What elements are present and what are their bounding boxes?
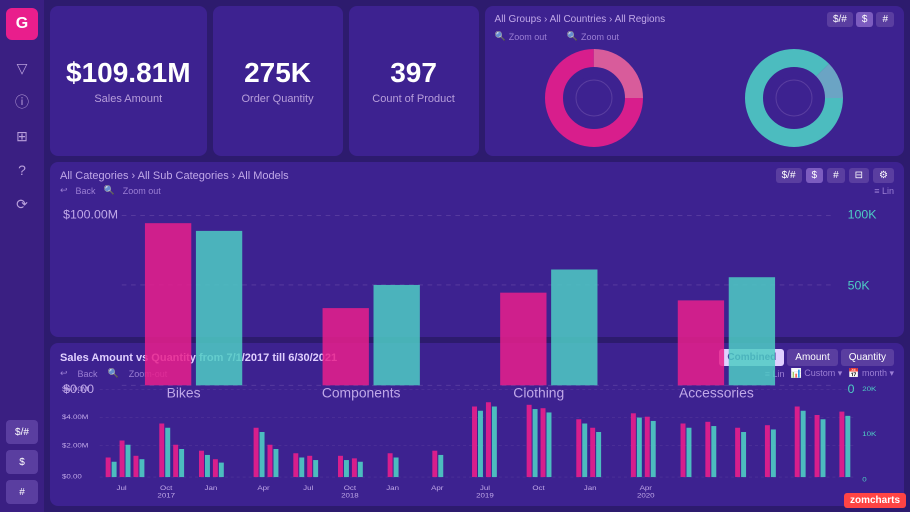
svg-text:Oct: Oct <box>532 483 544 491</box>
format-hash-button[interactable]: # <box>6 480 38 504</box>
bar-lin-label: ≡ Lin <box>874 186 894 196</box>
svg-text:2019: 2019 <box>476 491 494 499</box>
svg-text:2020: 2020 <box>637 491 655 499</box>
right-donut-chart <box>739 48 849 148</box>
pie-format-hash[interactable]: # <box>876 12 894 27</box>
watermark: zomcharts <box>844 493 906 508</box>
grid-icon[interactable]: ⊞ <box>8 122 36 150</box>
kpi-order-label: Order Quantity <box>241 93 313 105</box>
logo: G <box>6 8 38 40</box>
svg-text:Apr: Apr <box>431 483 444 491</box>
sidebar-bottom: $/# $ # <box>6 420 38 504</box>
sidebar: G ▽ ⓘ ⊞ ? ⟳ $/# $ # <box>0 0 44 512</box>
pie-zoom-right[interactable]: 🔍 Zoom out <box>567 31 619 42</box>
bar-back-label[interactable]: Back <box>76 186 96 196</box>
kpi-product-value: 397 <box>390 57 437 89</box>
svg-text:Jan: Jan <box>386 483 399 491</box>
bar-controls: $/# $ # ⊟ ⚙ <box>776 168 894 183</box>
svg-text:0: 0 <box>862 475 866 483</box>
svg-text:2017: 2017 <box>157 491 175 499</box>
pie-breadcrumb: All Groups › All Countries › All Regions <box>495 14 666 25</box>
bar-format-dollar-hash[interactable]: $/# <box>776 168 802 183</box>
svg-text:$0.00: $0.00 <box>62 472 82 480</box>
svg-text:2018: 2018 <box>341 491 359 499</box>
kpi-sales-amount: $109.81M Sales Amount <box>50 6 207 156</box>
format-dollar-button[interactable]: $ <box>6 450 38 474</box>
kpi-cards: $109.81M Sales Amount 275K Order Quantit… <box>50 6 479 156</box>
svg-text:100K: 100K <box>848 208 878 222</box>
bar-settings-button[interactable]: ⚙ <box>873 168 894 183</box>
svg-text:Jan: Jan <box>584 483 597 491</box>
filter-icon[interactable]: ▽ <box>8 54 36 82</box>
kpi-order-value: 275K <box>244 57 311 89</box>
timeseries-svg: $6.00M $4.00M $2.00M $0.00 20K 10K 0 <box>60 381 894 500</box>
kpi-order-quantity: 275K Order Quantity <box>213 6 343 156</box>
bar-area: All Categories › All Sub Categories › Al… <box>50 162 904 337</box>
refresh-icon[interactable]: ⟳ <box>8 190 36 218</box>
bar-chart-svg: $100.00M $0.00 100K 50K 0 <box>60 200 894 401</box>
left-donut-chart <box>539 48 649 148</box>
pie-format-dollar[interactable]: $ <box>856 12 874 27</box>
kpi-sales-value: $109.81M <box>66 57 191 89</box>
svg-text:50K: 50K <box>848 279 871 293</box>
kpi-product-count: 397 Count of Product <box>349 6 479 156</box>
bar-format-dollar[interactable]: $ <box>806 168 824 183</box>
pie-area: All Groups › All Countries › All Regions… <box>485 6 904 156</box>
pie-format-dollar-hash[interactable]: $/# <box>827 12 853 27</box>
svg-text:$6.00M: $6.00M <box>62 385 88 393</box>
pie-zoom-row: 🔍 Zoom out 🔍 Zoom out <box>495 31 894 42</box>
info-icon[interactable]: ⓘ <box>8 88 36 116</box>
kpi-product-label: Count of Product <box>372 93 455 105</box>
zoom-label-right: Zoom out <box>581 32 619 42</box>
question-icon[interactable]: ? <box>8 156 36 184</box>
bar-chart-container: $100.00M $0.00 100K 50K 0 <box>60 200 894 401</box>
svg-text:Jul: Jul <box>116 483 127 491</box>
format-dollar-hash-button[interactable]: $/# <box>6 420 38 444</box>
zoom-label-left: Zoom out <box>509 32 547 42</box>
bar-zoom-icon: 🔍 <box>104 185 115 196</box>
zoom-icon-left: 🔍 <box>495 31 506 42</box>
svg-text:$4.00M: $4.00M <box>62 413 88 421</box>
bar-nav: ↩ Back 🔍 Zoom out ≡ Lin <box>60 185 894 196</box>
bar-zoom-label[interactable]: Zoom out <box>123 186 161 196</box>
main-content: $109.81M Sales Amount 275K Order Quantit… <box>44 0 910 512</box>
svg-text:$2.00M: $2.00M <box>62 441 88 449</box>
bar-back-icon: ↩ <box>60 185 68 196</box>
pie-btn-group: $/# $ # <box>827 12 894 27</box>
svg-text:20K: 20K <box>862 385 876 393</box>
svg-text:10K: 10K <box>862 430 876 438</box>
bar-header: All Categories › All Sub Categories › Al… <box>60 168 894 183</box>
svg-text:Apr: Apr <box>257 483 270 491</box>
top-row: $109.81M Sales Amount 275K Order Quantit… <box>50 6 904 156</box>
svg-text:$100.00M: $100.00M <box>63 208 118 222</box>
pie-zoom-left[interactable]: 🔍 Zoom out <box>495 31 547 42</box>
bar-filter-button[interactable]: ⊟ <box>849 168 869 183</box>
pie-charts <box>495 46 894 150</box>
pie-header: All Groups › All Countries › All Regions… <box>495 12 894 27</box>
zoom-icon-right: 🔍 <box>567 31 578 42</box>
bar-format-hash[interactable]: # <box>827 168 845 183</box>
svg-text:Jan: Jan <box>205 483 218 491</box>
bar-breadcrumb: All Categories › All Sub Categories › Al… <box>60 170 289 182</box>
svg-text:Jul: Jul <box>303 483 314 491</box>
bottom-chart: $6.00M $4.00M $2.00M $0.00 20K 10K 0 <box>60 381 894 500</box>
kpi-sales-label: Sales Amount <box>94 93 162 105</box>
